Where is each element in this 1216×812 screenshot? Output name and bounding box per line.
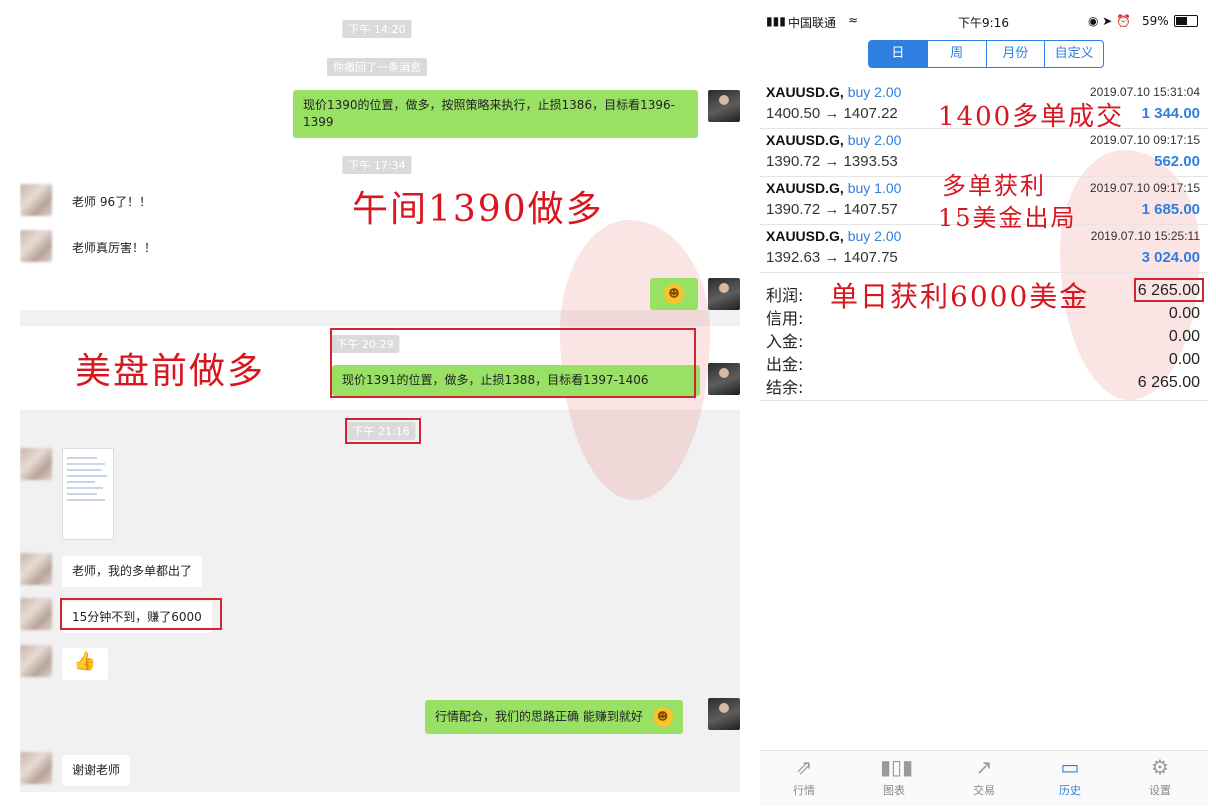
deal-prices: 1400.50 → 1407.22 [766,105,898,122]
avatar-self[interactable] [708,278,740,310]
message-bubble-other-emoji[interactable]: 👍 [62,648,108,680]
avatar-self[interactable] [708,698,740,730]
message-bubble-self-emoji[interactable]: ☻ [650,278,698,310]
deal-prices: 1390.72 → 1407.57 [766,201,898,218]
signal-icon: ▮▮▮ [766,14,786,28]
avatar-self[interactable] [708,90,740,122]
gear-icon: ⚙ [1151,755,1169,779]
deal-symbol: XAUUSD.G, buy 2.00 [766,228,902,244]
message-bubble-self[interactable]: 行情配合，我们的思路正确 能赚到就好 ☻ [425,700,683,734]
deal-symbol: XAUUSD.G, buy 2.00 [766,84,902,100]
highlight-box [345,418,421,444]
tab-trade[interactable]: ↗ 交易 [954,755,1014,798]
location-alarm-icon: ◉ ➤ ⏰ [1088,14,1132,28]
message-bubble-other[interactable]: 老师 96了！！ [62,187,162,218]
timestamp: 下午 14:20 [342,20,412,38]
trade-trend-icon: ↗ [975,755,993,779]
highlight-box [60,598,222,630]
tab-quotes[interactable]: ⇗ 行情 [774,755,834,798]
avatar-other[interactable] [20,448,52,480]
highlight-box [330,328,696,398]
deal-datetime: 2019.07.10 09:17:15 [1089,181,1200,195]
battery-percent: 59% [1142,14,1169,28]
chat-panel: 下午 14:20 你撤回了一条消息 现价1390的位置，做多，按照策略来执行，止… [20,10,740,792]
grin-emoji-icon: ☻ [652,707,673,727]
image-thumbnail[interactable] [62,448,114,540]
annotation-noon: 午间1390做多 [352,189,604,230]
message-bubble-other[interactable]: 老师真厉害！！ [62,233,167,264]
battery-icon [1174,15,1198,27]
quotes-arrows-icon: ⇗ [795,755,813,779]
timestamp: 下午 17:34 [342,156,412,174]
message-bubble-self[interactable]: 现价1390的位置，做多，按照策略来执行，止损1386，目标看1396-1399 [293,90,698,138]
tab-history[interactable]: ▭ 历史 [1040,755,1100,798]
period-selector: 日 周 月份 自定义 [868,40,1104,68]
tab-settings[interactable]: ⚙ 设置 [1130,755,1190,798]
avatar-other[interactable] [20,553,52,585]
carrier: 中国联通 [788,16,837,30]
period-day[interactable]: 日 [869,41,927,67]
avatar-other[interactable] [20,184,52,216]
clock: 下午9:16 [958,16,1009,30]
grin-emoji-icon: ☻ [664,284,684,304]
avatar-other[interactable] [20,645,52,677]
avatar-other[interactable] [20,598,52,630]
avatar-other[interactable] [20,230,52,262]
recall-notice: 你撤回了一条消息 [327,58,427,76]
period-month[interactable]: 月份 [985,41,1045,67]
annotation-long-profit: 多单获利 [942,172,1046,200]
annotation-1400-deal: 1400多单成交 [938,102,1125,132]
candlestick-icon: ▮▯▮ [880,755,914,779]
deal-datetime: 2019.07.10 09:17:15 [1089,133,1200,147]
tab-chart[interactable]: ▮▯▮ 图表 [864,755,924,798]
period-week[interactable]: 周 [926,41,986,67]
deal-profit: 3 024.00 [1141,249,1200,266]
message-bubble-other[interactable]: 老师，我的多单都出了 [62,556,203,587]
deal-symbol: XAUUSD.G, buy 2.00 [766,132,902,148]
avatar-other[interactable] [20,752,52,784]
status-bar: ▮▮▮ 中国联通 ≈ 下午9:16 ◉ ➤ ⏰ 59% [760,10,1208,34]
summary-deposit: 入金: 0.00 [766,328,1200,351]
annotation-us-session: 美盘前做多 [75,351,266,392]
highlight-box [1134,278,1204,302]
message-bubble-other[interactable]: 谢谢老师 [62,755,131,786]
deal-datetime: 2019.07.10 15:25:11 [1090,229,1200,243]
deal-profit: 1 685.00 [1141,201,1200,218]
summary-withdrawal: 出金: 0.00 [766,351,1200,374]
avatar-self[interactable] [708,363,740,395]
wifi-icon: ≈ [848,13,859,27]
thumbs-up-icon: 👍 [73,651,97,672]
deal-prices: 1392.63 → 1407.75 [766,249,898,266]
history-inbox-icon: ▭ [1060,755,1080,779]
message-text: 行情配合，我们的思路正确 能赚到就好 [435,709,643,724]
annotation-15-usd-exit: 15美金出局 [938,204,1077,232]
summary-balance: 结余: 6 265.00 [766,374,1200,397]
bottom-tab-bar: ⇗ 行情 ▮▯▮ 图表 ↗ 交易 ▭ 历史 ⚙ 设置 [760,750,1208,806]
deal-symbol: XAUUSD.G, buy 1.00 [766,180,902,196]
period-custom[interactable]: 自定义 [1044,41,1103,67]
deal-prices: 1390.72 → 1393.53 [766,153,898,170]
annotation-daily-profit: 单日获利6000美金 [830,280,1090,313]
deal-profit: 1 344.00 [1141,105,1200,122]
trade-history-screen: ▮▮▮ 中国联通 ≈ 下午9:16 ◉ ➤ ⏰ 59% 日 周 月份 自定义 X… [760,10,1208,806]
deal-profit: 562.00 [1154,153,1200,170]
